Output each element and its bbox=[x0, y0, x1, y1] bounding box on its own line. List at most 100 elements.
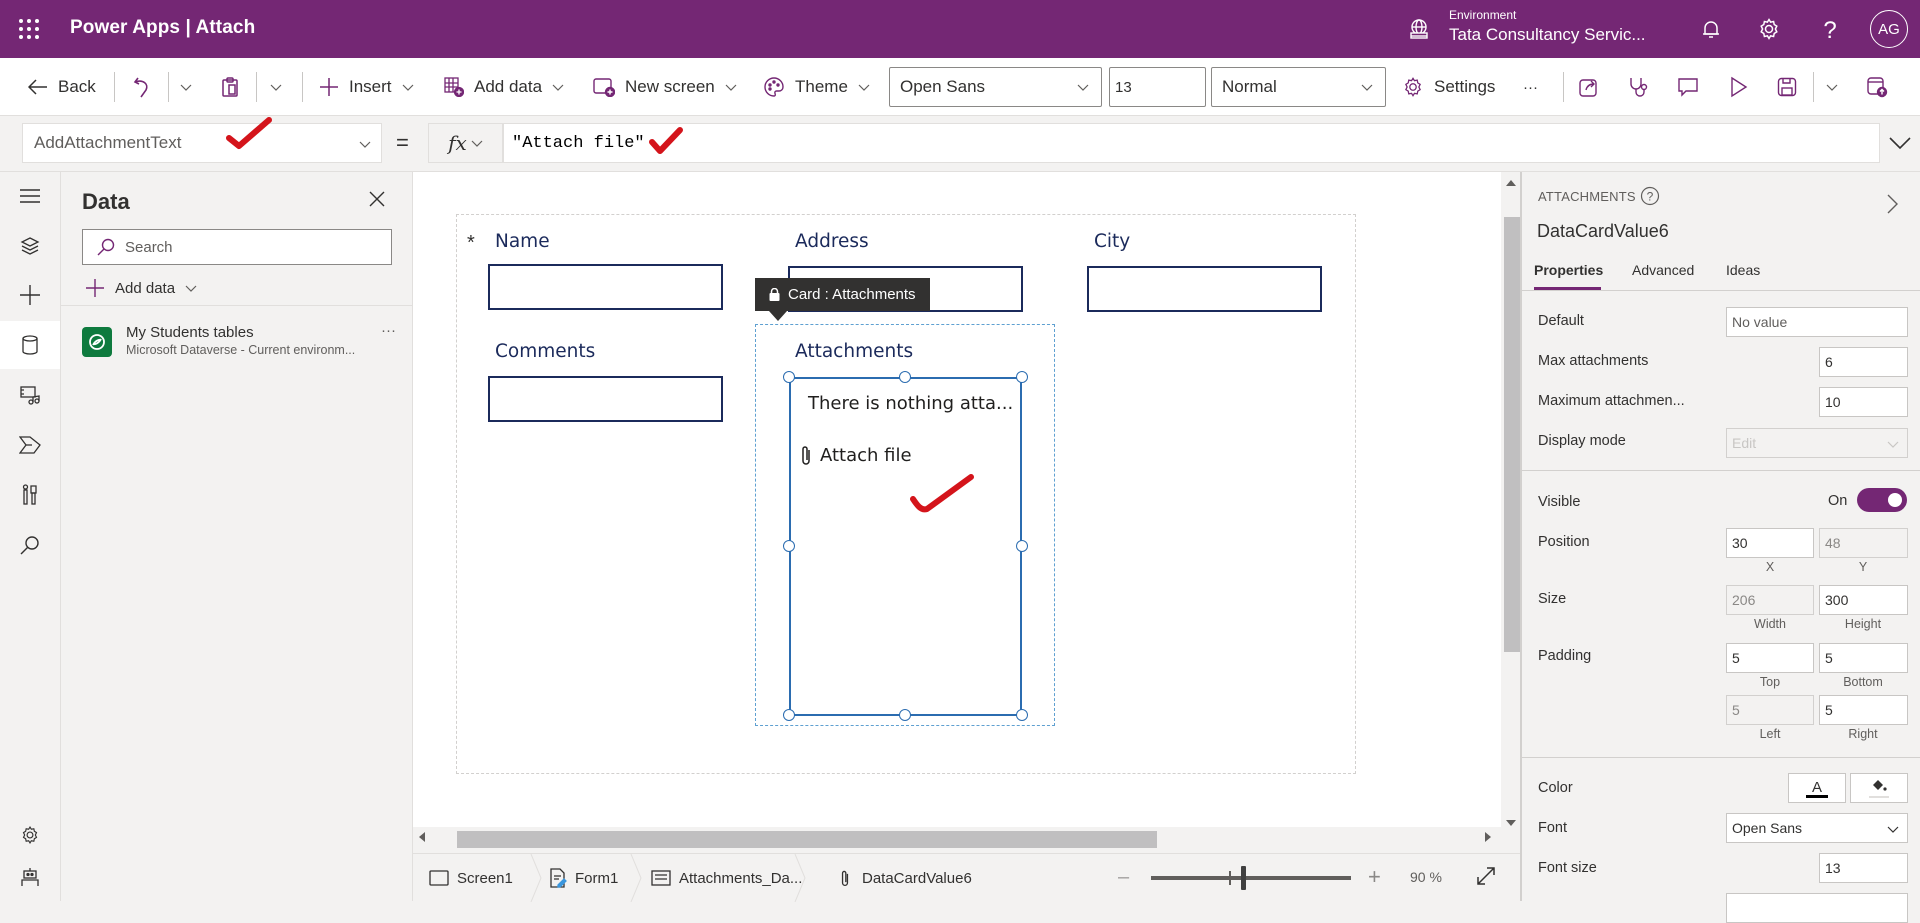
breadcrumb-screen1[interactable]: Screen1 bbox=[429, 854, 513, 902]
rail-menu[interactable] bbox=[0, 172, 60, 220]
zoom-slider[interactable] bbox=[1151, 866, 1351, 890]
function-button[interactable]: fx bbox=[428, 123, 503, 163]
padding-bottom-input[interactable]: 5 bbox=[1819, 643, 1908, 673]
rail-data[interactable] bbox=[0, 321, 60, 369]
paste-button[interactable] bbox=[221, 58, 239, 116]
horizontal-scroll-thumb[interactable] bbox=[457, 831, 1157, 848]
back-button[interactable]: Back bbox=[28, 58, 96, 116]
save-options-dropdown[interactable] bbox=[1826, 58, 1838, 116]
tab-properties[interactable]: Properties bbox=[1534, 262, 1603, 278]
breadcrumb-datacardvalue6[interactable]: DataCardValue6 bbox=[840, 854, 972, 902]
settings-gear-icon[interactable] bbox=[1757, 17, 1781, 41]
app-checker-button[interactable] bbox=[1628, 58, 1650, 116]
resize-handle[interactable] bbox=[783, 540, 795, 552]
resize-handle[interactable] bbox=[1016, 371, 1028, 383]
add-data-button[interactable]: Add data bbox=[85, 274, 197, 302]
preview-play-button[interactable] bbox=[1729, 58, 1749, 116]
publish-button[interactable] bbox=[1866, 58, 1888, 116]
comments-input[interactable] bbox=[488, 376, 723, 422]
zoom-out-button[interactable]: – bbox=[1118, 866, 1129, 889]
text-color-button[interactable]: A bbox=[1788, 773, 1846, 803]
data-search-input[interactable]: Search bbox=[82, 229, 392, 265]
vertical-scroll-thumb[interactable] bbox=[1504, 217, 1520, 652]
padding-right-input[interactable]: 5 bbox=[1819, 695, 1908, 725]
theme-button[interactable]: Theme bbox=[763, 58, 870, 116]
width-input[interactable]: 206 bbox=[1726, 585, 1814, 615]
share-button[interactable] bbox=[1578, 58, 1600, 116]
save-button[interactable] bbox=[1777, 58, 1797, 116]
undo-dropdown[interactable] bbox=[180, 58, 192, 116]
rail-media[interactable] bbox=[0, 371, 60, 419]
rail-search[interactable] bbox=[0, 521, 60, 569]
notifications-bell-icon[interactable] bbox=[1699, 17, 1723, 41]
default-input[interactable]: No value bbox=[1726, 307, 1908, 337]
vertical-scrollbar[interactable] bbox=[1501, 172, 1520, 835]
environment-name[interactable]: Tata Consultancy Servic... bbox=[1449, 25, 1646, 45]
app-launcher-icon[interactable] bbox=[18, 18, 40, 40]
paste-dropdown[interactable] bbox=[270, 58, 282, 116]
max-attachments-input[interactable]: 6 bbox=[1819, 347, 1908, 377]
name-input[interactable] bbox=[488, 264, 723, 310]
resize-handle[interactable] bbox=[1016, 540, 1028, 552]
rail-tree-view[interactable] bbox=[0, 222, 60, 270]
data-source-item[interactable]: My Students tables Microsoft Dataverse -… bbox=[61, 316, 412, 372]
app-canvas[interactable]: * Name Address City Comments Attachments… bbox=[413, 172, 1501, 827]
close-pane-button[interactable] bbox=[368, 190, 386, 208]
environment-globe-icon[interactable] bbox=[1408, 18, 1430, 40]
collapse-pane-button[interactable] bbox=[1887, 194, 1899, 214]
visible-toggle[interactable] bbox=[1857, 488, 1907, 512]
resize-handle[interactable] bbox=[783, 371, 795, 383]
comments-button[interactable] bbox=[1677, 58, 1699, 116]
resize-handle[interactable] bbox=[1016, 709, 1028, 721]
insert-button[interactable]: Insert bbox=[319, 58, 414, 116]
rail-settings[interactable] bbox=[0, 811, 60, 859]
new-screen-button[interactable]: New screen bbox=[593, 58, 737, 116]
font-family-dropdown[interactable]: Open Sans bbox=[889, 67, 1102, 107]
zoom-slider-handle[interactable] bbox=[1241, 866, 1246, 890]
padding-left-input[interactable]: 5 bbox=[1726, 695, 1814, 725]
property-selector[interactable]: AddAttachmentText bbox=[22, 123, 382, 163]
position-y-input[interactable]: 48 bbox=[1819, 528, 1908, 558]
zoom-in-button[interactable]: + bbox=[1368, 864, 1381, 890]
undo-button[interactable] bbox=[133, 58, 153, 116]
horizontal-scrollbar[interactable] bbox=[413, 827, 1501, 848]
breadcrumb-attachments-card[interactable]: Attachments_Da... bbox=[651, 854, 802, 902]
height-input[interactable]: 300 bbox=[1819, 585, 1908, 615]
fit-to-window-button[interactable] bbox=[1476, 866, 1496, 886]
breadcrumb-form1[interactable]: Form1 bbox=[549, 854, 618, 902]
padding-top-input[interactable]: 5 bbox=[1726, 643, 1814, 673]
rail-advanced-tools[interactable] bbox=[0, 471, 60, 519]
font-dropdown[interactable]: Open Sans bbox=[1726, 813, 1908, 843]
position-x-input[interactable]: 30 bbox=[1726, 528, 1814, 558]
control-name[interactable]: DataCardValue6 bbox=[1537, 221, 1669, 242]
help-icon[interactable]: ? bbox=[1640, 186, 1660, 206]
scroll-left-arrow-icon[interactable] bbox=[419, 832, 425, 842]
display-mode-dropdown[interactable]: Edit bbox=[1726, 428, 1908, 458]
settings-button[interactable]: Settings bbox=[1402, 58, 1495, 116]
help-question-icon[interactable]: ? bbox=[1818, 17, 1842, 44]
rail-insert[interactable] bbox=[0, 271, 60, 319]
resize-handle[interactable] bbox=[899, 709, 911, 721]
font-size-input[interactable]: 13 bbox=[1109, 67, 1206, 107]
data-source-more-button[interactable]: ··· bbox=[381, 322, 396, 339]
scroll-down-arrow-icon[interactable] bbox=[1506, 820, 1516, 826]
font-weight-dropdown[interactable]: Normal bbox=[1211, 67, 1386, 107]
rail-power-automate[interactable] bbox=[0, 421, 60, 469]
scroll-right-arrow-icon[interactable] bbox=[1485, 832, 1491, 842]
resize-handle[interactable] bbox=[783, 709, 795, 721]
tab-ideas[interactable]: Ideas bbox=[1726, 262, 1760, 278]
add-data-button[interactable]: Add data bbox=[444, 58, 564, 116]
font-size-input[interactable]: 13 bbox=[1819, 853, 1908, 883]
resize-handle[interactable] bbox=[899, 371, 911, 383]
attachments-control[interactable] bbox=[789, 377, 1022, 716]
max-attachment-size-input[interactable]: 10 bbox=[1819, 387, 1908, 417]
formula-input[interactable]: "Attach file" bbox=[503, 123, 1880, 163]
next-property-input[interactable] bbox=[1726, 893, 1908, 923]
rail-virtual-agent[interactable] bbox=[0, 853, 60, 901]
user-avatar[interactable]: AG bbox=[1870, 10, 1908, 48]
scroll-up-arrow-icon[interactable] bbox=[1506, 180, 1516, 186]
tab-advanced[interactable]: Advanced bbox=[1632, 262, 1694, 278]
city-input[interactable] bbox=[1087, 266, 1322, 312]
fill-color-button[interactable] bbox=[1850, 773, 1908, 803]
expand-formula-button[interactable] bbox=[1880, 123, 1920, 163]
